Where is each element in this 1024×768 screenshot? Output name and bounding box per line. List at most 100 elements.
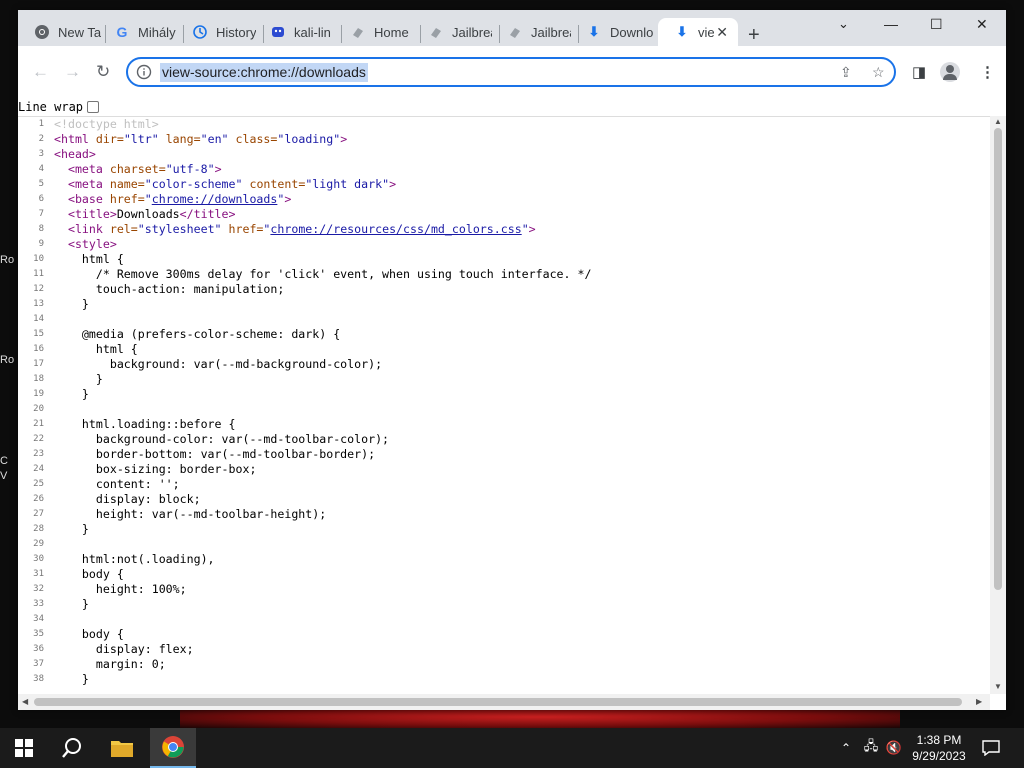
scroll-up-icon[interactable]: ▲ bbox=[994, 117, 1002, 126]
line-number: 36 bbox=[33, 644, 44, 654]
source-view: 1 <!doctype html> 2 <html dir="ltr" lang="… bbox=[18, 116, 990, 695]
tab-kali[interactable]: kali-lin bbox=[254, 18, 342, 46]
line-number: 21 bbox=[33, 419, 44, 429]
line-number: 35 bbox=[33, 629, 44, 639]
code-text: } bbox=[54, 372, 103, 386]
source-line: 5 <meta name="color-scheme" content="lig… bbox=[18, 177, 990, 192]
code-text: <base href="chrome://downloads"> bbox=[54, 192, 291, 207]
scroll-down-icon[interactable]: ▼ bbox=[994, 682, 1002, 691]
desktop-icon-label[interactable]: V bbox=[0, 470, 18, 482]
forward-button[interactable]: → bbox=[64, 62, 81, 82]
source-line: 26 display: block; bbox=[18, 492, 990, 507]
code-text: } bbox=[54, 597, 89, 611]
profile-avatar[interactable] bbox=[940, 62, 960, 82]
close-icon[interactable]: ✕ bbox=[716, 24, 728, 41]
chrome-taskbar-button[interactable] bbox=[150, 728, 196, 768]
source-line: 34 bbox=[18, 612, 990, 627]
clock-date: 9/29/2023 bbox=[912, 749, 966, 763]
source-line: 18 } bbox=[18, 372, 990, 387]
search-button[interactable] bbox=[56, 728, 88, 768]
side-panel-icon[interactable]: ◨ bbox=[912, 63, 926, 81]
tab-jailbreak-2[interactable]: Jailbrea bbox=[491, 18, 571, 46]
code-text: height: var(--md-toolbar-height); bbox=[54, 507, 327, 521]
desktop-icon-label[interactable]: Ro bbox=[0, 354, 18, 366]
vertical-scrollbar[interactable]: ▲ ▼ bbox=[990, 116, 1006, 694]
line-number: 25 bbox=[33, 479, 44, 489]
page-icon bbox=[507, 24, 523, 40]
code-text: <!doctype html> bbox=[54, 117, 159, 131]
tab-history[interactable]: History bbox=[176, 18, 262, 46]
source-link[interactable]: chrome://downloads bbox=[152, 192, 278, 206]
bookmark-star-icon[interactable]: ☆ bbox=[872, 64, 885, 81]
tab-search-icon[interactable]: ⌄ bbox=[838, 16, 849, 32]
line-number: 12 bbox=[33, 284, 44, 294]
attr-text: dir= bbox=[95, 132, 124, 146]
scroll-left-icon[interactable]: ◀ bbox=[22, 697, 28, 706]
tab-label: Downlo bbox=[610, 24, 654, 40]
tab-view-source[interactable]: ⬇ vie ✕ bbox=[658, 18, 738, 46]
tab-jailbreak-1[interactable]: Jailbrea bbox=[412, 18, 492, 46]
address-bar[interactable]: view-source:chrome://downloads ⇪ ☆ bbox=[126, 57, 896, 87]
source-line: 4 <meta charset="utf-8"> bbox=[18, 162, 990, 177]
line-number: 32 bbox=[33, 584, 44, 594]
source-line: 29 bbox=[18, 537, 990, 552]
code-text: html.loading::before { bbox=[54, 417, 236, 431]
line-number: 31 bbox=[33, 569, 44, 579]
source-line: 15 @media (prefers-color-scheme: dark) { bbox=[18, 327, 990, 342]
tab-google[interactable]: G Mihály bbox=[98, 18, 178, 46]
horizontal-scrollbar[interactable]: ◀ ▶ bbox=[18, 694, 990, 710]
code-text: body { bbox=[54, 567, 124, 581]
line-number: 3 bbox=[38, 149, 44, 159]
google-icon: G bbox=[116, 24, 128, 40]
tag-text: <title> bbox=[54, 207, 117, 221]
desktop-icon-label[interactable]: C bbox=[0, 455, 18, 467]
tag-text: > bbox=[528, 222, 536, 236]
reload-button[interactable]: ↻ bbox=[96, 62, 110, 82]
close-window-button[interactable]: ✕ bbox=[976, 16, 988, 33]
system-clock[interactable]: 1:38 PM 9/29/2023 bbox=[906, 732, 972, 764]
notifications-button[interactable] bbox=[980, 728, 1002, 768]
new-tab-button[interactable]: + bbox=[748, 24, 760, 47]
tag-text: <link bbox=[54, 222, 110, 236]
vertical-scroll-thumb[interactable] bbox=[994, 128, 1002, 590]
line-number: 27 bbox=[33, 509, 44, 519]
code-text: touch-action: manipulation; bbox=[54, 282, 285, 296]
tab-label: History bbox=[216, 24, 257, 40]
line-wrap-checkbox[interactable] bbox=[87, 101, 100, 113]
start-button[interactable] bbox=[8, 728, 40, 768]
value-text: " bbox=[521, 222, 529, 236]
code-text: html:not(.loading), bbox=[54, 552, 215, 566]
line-number: 17 bbox=[33, 359, 44, 369]
page-icon bbox=[350, 24, 366, 40]
file-explorer-button[interactable] bbox=[106, 728, 138, 768]
desktop-icon-label[interactable]: Ro bbox=[0, 254, 18, 266]
horizontal-scroll-thumb[interactable] bbox=[34, 698, 962, 706]
value-text: "loading" bbox=[277, 132, 341, 146]
show-hidden-icons[interactable]: ⌃ bbox=[838, 728, 854, 768]
share-icon[interactable]: ⇪ bbox=[840, 64, 852, 81]
chrome-icon bbox=[162, 736, 184, 758]
tab-label: Home bbox=[374, 24, 409, 40]
line-number: 2 bbox=[38, 134, 44, 144]
minimize-button[interactable]: — bbox=[884, 16, 898, 32]
menu-icon[interactable]: ⋮ bbox=[980, 63, 995, 81]
scroll-right-icon[interactable]: ▶ bbox=[976, 697, 982, 706]
tab-new-tab[interactable]: New Ta bbox=[18, 18, 104, 46]
tab-downloads[interactable]: ⬇ Downlo bbox=[570, 18, 656, 46]
source-link[interactable]: chrome://resources/css/md_colors.css bbox=[270, 222, 521, 236]
network-icon[interactable]: 🖧 bbox=[862, 728, 880, 768]
back-button[interactable]: ← bbox=[32, 62, 49, 82]
line-number: 33 bbox=[33, 599, 44, 609]
line-number: 29 bbox=[33, 539, 44, 549]
source-line: 35 body { bbox=[18, 627, 990, 642]
url-text[interactable]: view-source:chrome://downloads bbox=[160, 63, 368, 82]
history-icon bbox=[192, 24, 208, 40]
volume-muted-icon[interactable]: 🔇 bbox=[884, 728, 904, 768]
line-number: 13 bbox=[33, 299, 44, 309]
maximize-button[interactable]: ☐ bbox=[930, 16, 943, 33]
info-icon[interactable] bbox=[136, 64, 152, 80]
code-text: display: flex; bbox=[54, 642, 194, 656]
page-content: Line wrap 1 <!doctype html> 2 <html dir="l… bbox=[18, 98, 1006, 710]
line-number: 37 bbox=[33, 659, 44, 669]
tab-home[interactable]: Home bbox=[334, 18, 418, 46]
